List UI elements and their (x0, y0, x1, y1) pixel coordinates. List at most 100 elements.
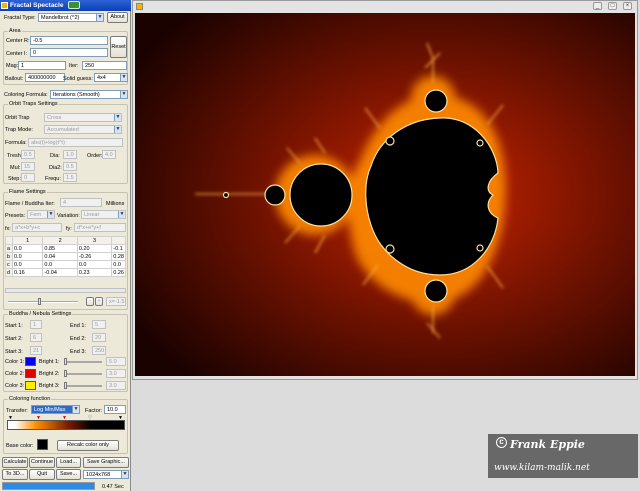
watermark-site: www.kilam-malik.net (494, 463, 590, 473)
plus-button[interactable]: + (95, 297, 103, 306)
table-row[interactable]: c 0.0 0.0 0.0 0.0 (5, 260, 126, 269)
bright-slider-thumb[interactable] (64, 358, 67, 365)
center-i-field[interactable]: 0 (30, 48, 108, 57)
chevron-down-icon: ▼ (47, 211, 54, 218)
minus-button[interactable]: - (86, 297, 94, 306)
table-cell[interactable]: 0.28 (111, 252, 126, 261)
dia2-field[interactable]: 0.5 (63, 162, 77, 171)
bright-value-field[interactable]: 5.0 (106, 357, 126, 366)
fractal-type-label: Fractal Type: (4, 15, 36, 21)
orbit-trap-select[interactable]: Cross ▼ (44, 113, 122, 122)
color-swatch[interactable] (25, 369, 36, 378)
table-cell[interactable]: -0.1 (111, 244, 126, 253)
table-cell[interactable]: 0.0 (76, 260, 113, 269)
flame-coefficients-table[interactable]: 1 2 3 a 0.0 0.85 0.20 -0.1 b 0.0 0.04 -0.26 0.28 c… (5, 236, 126, 277)
transfer-select[interactable]: Log Min/Max ▼ (31, 405, 80, 414)
fx-field[interactable]: a*x+b*y+c (12, 223, 62, 232)
end3-field[interactable]: 250 (92, 346, 106, 355)
mul-field[interactable]: 15 (21, 162, 35, 171)
table-cell[interactable]: 0.20 (76, 244, 113, 253)
table-row[interactable]: d 0.16 -0.04 0.23 0.26 (5, 268, 126, 277)
gradient-stop-marker[interactable]: ▼ (36, 415, 41, 421)
table-cell[interactable]: 0.0 (11, 260, 44, 269)
table-cell[interactable]: -0.26 (76, 252, 113, 261)
start1-field[interactable]: 1 (30, 320, 42, 329)
gradient-stop-marker[interactable]: ▼ (8, 415, 13, 421)
table-cell[interactable]: -0.04 (42, 268, 78, 277)
bright-slider-thumb[interactable] (64, 382, 67, 389)
bright-slider-track[interactable] (64, 361, 102, 363)
recalc-color-button[interactable]: Recalc color only (57, 440, 119, 451)
bright-value-field[interactable]: 3.0 (106, 369, 126, 378)
step-field[interactable]: 0 (21, 173, 35, 182)
coloring-formula-select[interactable]: Iterations (Smooth) ▼ (50, 90, 128, 99)
to-3d-button[interactable]: To 3D... (2, 469, 28, 480)
gradient-stop-marker[interactable]: ▼ (62, 415, 67, 421)
table-cell[interactable]: 0.26 (111, 268, 126, 277)
save-graphic-button[interactable]: Save Graphic... (83, 457, 129, 468)
start2-field[interactable]: 6 (30, 333, 42, 342)
reset-button[interactable]: Reset (110, 36, 127, 58)
table-cell[interactable]: 0.04 (42, 252, 78, 261)
table-cell[interactable]: 0.85 (42, 244, 78, 253)
base-color-label: Base color: (6, 443, 34, 449)
about-button[interactable]: About (107, 12, 128, 23)
gradient-stop-marker[interactable]: ▽ (88, 415, 92, 421)
iter-field[interactable]: 250 (82, 61, 127, 70)
formula-field[interactable]: abs(t)+log(t^t) (28, 138, 123, 147)
coloring-formula-label: Coloring Formula: (4, 92, 48, 98)
solid-guess-select[interactable]: 4x4 ▼ (94, 73, 128, 82)
bailout-field[interactable]: 400000000 (25, 73, 65, 82)
bright-slider-track[interactable] (64, 373, 102, 375)
flame-slider-thumb[interactable] (38, 298, 41, 305)
mag-field[interactable]: 1 (18, 61, 66, 70)
gradient-bar[interactable] (7, 420, 125, 430)
fy-field[interactable]: d*x+e*y+f (74, 223, 126, 232)
base-color-swatch[interactable] (37, 439, 48, 450)
order-field[interactable]: 4.0 (102, 150, 116, 159)
calculate-button[interactable]: Calculate (2, 457, 28, 468)
bright-slider-thumb[interactable] (64, 370, 67, 377)
minimize-button[interactable] (68, 1, 80, 9)
render-minimize-button[interactable]: _ (593, 2, 602, 10)
fractal-canvas[interactable] (135, 13, 635, 376)
variation-select[interactable]: Linear ▼ (81, 210, 126, 219)
fractal-type-select[interactable]: Mandelbrot (^2) ▼ (38, 13, 104, 22)
gradient-stop-marker[interactable]: ▼ (118, 415, 123, 421)
output-size-select[interactable]: 1024x768 ▼ (83, 470, 129, 479)
table-horizontal-scrollbar[interactable] (5, 288, 126, 293)
table-row[interactable]: a 0.0 0.85 0.20 -0.1 (5, 244, 126, 253)
table-cell[interactable]: 0.0 (11, 252, 44, 261)
end3-label: End 3: (70, 349, 86, 355)
exponent-field[interactable]: x=-1.5 (106, 297, 126, 306)
load-button[interactable]: Load... (56, 457, 81, 468)
end1-field[interactable]: 5 (92, 320, 106, 329)
render-maximize-button[interactable]: □ (608, 2, 617, 10)
render-close-button[interactable]: × (623, 2, 632, 10)
start3-field[interactable]: 21 (30, 346, 42, 355)
table-cell[interactable]: 0.0 (111, 260, 126, 269)
presets-select[interactable]: Fern ▼ (27, 210, 55, 219)
flame-iter-field[interactable]: 4 (60, 198, 102, 207)
save-button[interactable]: Save... (56, 469, 81, 480)
end2-field[interactable]: 20 (92, 333, 106, 342)
bright-slider-track[interactable] (64, 385, 102, 387)
center-i-label: Center I: (6, 51, 28, 57)
table-cell[interactable]: 0.0 (11, 244, 44, 253)
table-cell[interactable]: 0.0 (42, 260, 78, 269)
trap-mode-select[interactable]: Accumulated ▼ (44, 125, 122, 134)
frequ-field[interactable]: 1.5 (63, 173, 77, 182)
continue-button[interactable]: Continue (29, 457, 55, 468)
center-r-field[interactable]: -0.5 (30, 36, 108, 45)
quit-button[interactable]: Quit (29, 469, 55, 480)
dia-field[interactable]: 1.0 (63, 150, 77, 159)
tresh-field[interactable]: 0.5 (21, 150, 35, 159)
color-swatch[interactable] (25, 357, 36, 366)
table-cell[interactable]: 0.23 (76, 268, 113, 277)
bright-value-field[interactable]: 3.0 (106, 381, 126, 390)
table-row[interactable]: b 0.0 0.04 -0.26 0.28 (5, 252, 126, 261)
color-swatch[interactable] (25, 381, 36, 390)
factor-field[interactable]: 10.0 (104, 405, 126, 414)
table-cell[interactable]: 0.16 (11, 268, 44, 277)
flame-slider-track[interactable] (8, 301, 78, 303)
